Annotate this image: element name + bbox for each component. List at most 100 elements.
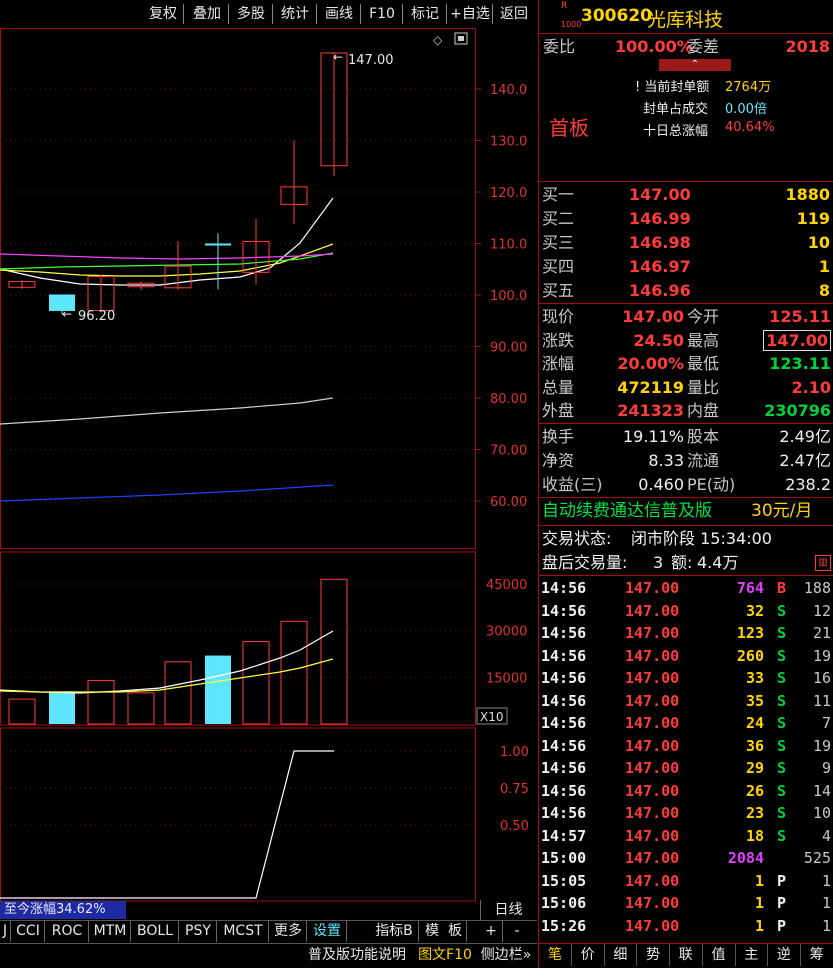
tick-direction: S: [777, 736, 787, 755]
tick-price: 147.00: [625, 849, 680, 867]
right-tab-5[interactable]: 值: [703, 944, 736, 966]
tick-volume: 18: [745, 826, 764, 845]
quote-label: 最高: [687, 330, 720, 350]
tick-volume: 123: [736, 624, 764, 642]
tick-direction: S: [777, 646, 787, 665]
tab-indicator-mcst[interactable]: MCST: [218, 921, 269, 942]
price-tick-label: 110.0: [490, 238, 527, 253]
help-link[interactable]: 普及版功能说明: [300, 945, 414, 965]
tab-indicator-cci[interactable]: CCI: [12, 921, 45, 942]
tick-direction: S: [777, 714, 787, 732]
right-tab-2[interactable]: 细: [604, 944, 638, 966]
tick-count: 21: [812, 624, 831, 642]
quote-label: 涨跌: [542, 330, 575, 350]
toolbar-multistock-button[interactable]: 多股: [230, 4, 273, 24]
fund-label: 流通: [687, 451, 720, 470]
divider: [539, 525, 833, 526]
period-daily-button[interactable]: 日线: [480, 900, 536, 920]
tick-count: 19: [812, 646, 831, 665]
bar-chart-icon[interactable]: ▥: [815, 555, 831, 571]
divider: [539, 181, 833, 182]
tab-settings[interactable]: 设置: [308, 921, 347, 942]
tick-time: 14:56: [541, 624, 587, 642]
quote-value: 2.10: [791, 377, 831, 397]
toolbar-fuquan-button[interactable]: 复权: [143, 4, 184, 24]
toolbar-back-button[interactable]: 返回: [494, 4, 534, 24]
zoom-in-button[interactable]: +: [480, 921, 503, 942]
tick-count: 10: [812, 804, 831, 822]
tick-count: 16: [812, 669, 831, 687]
bid-row[interactable]: 买一 147.00 1880: [539, 183, 833, 206]
right-tab-3[interactable]: 势: [637, 944, 671, 966]
tick-row: 14:56 147.00 24 S 7: [539, 712, 833, 735]
tick-time: 14:56: [541, 714, 587, 732]
right-tab-8[interactable]: 筹: [801, 944, 833, 966]
right-tab-0[interactable]: 笔: [539, 944, 572, 966]
toolbar-overlay-button[interactable]: 叠加: [186, 4, 229, 24]
volume-bar: [8, 698, 36, 725]
tick-count: 188: [803, 579, 831, 597]
tick-time: 14:56: [541, 804, 587, 822]
tick-direction: S: [777, 781, 787, 800]
tick-direction: S: [777, 691, 787, 710]
toolbar-add-favorite-button[interactable]: +自选: [448, 4, 493, 24]
right-tab-6[interactable]: 主: [735, 944, 769, 966]
after-hours-label: 盘后交易量:: [542, 553, 628, 572]
tab-template-a[interactable]: 模: [422, 921, 442, 942]
after-hours-amt-label: 额:: [671, 553, 693, 572]
tab-indicator-b[interactable]: 指标B: [370, 921, 419, 942]
zoom-out-button[interactable]: -: [506, 921, 528, 942]
tick-time: 14:56: [541, 781, 587, 800]
toolbar-mark-button[interactable]: 标记: [404, 4, 447, 24]
tab-template-b[interactable]: 板: [444, 921, 467, 942]
tick-time: 14:56: [541, 669, 587, 687]
after-hours-amt: 4.4万: [697, 553, 739, 572]
volume-tick-label: 15000: [486, 671, 527, 686]
bid-row[interactable]: 买五 146.96 8: [539, 279, 833, 302]
tick-price: 147.00: [625, 691, 680, 710]
tick-time: 14:56: [541, 691, 587, 710]
tab-indicator-j[interactable]: J: [0, 921, 11, 942]
seal-amount-label-text: 当前封单额: [644, 80, 710, 95]
low-arrow-icon: ←: [62, 307, 72, 321]
tick-volume: 35: [745, 691, 764, 710]
tick-price: 147.00: [625, 579, 680, 597]
tab-indicator-psy[interactable]: PSY: [180, 921, 217, 942]
quote-value: 24.50: [633, 330, 684, 350]
tick-time: 14:56: [541, 579, 587, 597]
quote-label: 今开: [687, 307, 720, 326]
divider: [539, 303, 833, 304]
tick-volume: 1: [754, 894, 764, 912]
bid-row[interactable]: 买二 146.99 119: [539, 207, 833, 230]
volume-bar: [127, 692, 155, 725]
high-arrow-icon: ←: [333, 50, 343, 64]
right-tab-7[interactable]: 逆: [768, 944, 801, 966]
candle-body: [205, 243, 231, 246]
toolbar-f10-button[interactable]: F10: [362, 4, 403, 24]
quote-label: 涨幅: [542, 354, 575, 374]
promo-banner[interactable]: 自动续费通达信普及版 30元/月: [539, 499, 833, 523]
tick-volume: 2084: [727, 849, 764, 867]
kline-chart[interactable]: 140.0 130.0 120.0 110.0 100.0 90.00 80.00 70.00…: [0, 28, 537, 918]
right-tab-4[interactable]: 联: [670, 944, 703, 966]
bid-row[interactable]: 买四 146.97 1: [539, 255, 833, 278]
tab-more[interactable]: 更多: [270, 921, 307, 942]
tab-indicator-mtm[interactable]: MTM: [90, 921, 131, 942]
toolbar-stats-button[interactable]: 统计: [274, 4, 317, 24]
bid-row[interactable]: 买三 146.98 10: [539, 231, 833, 254]
f10-graphic-link[interactable]: 图文F10: [416, 945, 474, 965]
high-price-marker: 147.00: [348, 53, 394, 68]
quote-value: 230796: [764, 401, 831, 421]
collapse-chevron-icon[interactable]: ⌃: [659, 59, 731, 71]
volume-axis: 45000 30000 15000: [486, 578, 527, 686]
sidebar-toggle-link[interactable]: 侧边栏»: [476, 945, 536, 965]
tick-count: 7: [821, 714, 831, 732]
diamond-icon[interactable]: ◇: [433, 33, 443, 47]
indicator-axis: 1.00 0.75 0.50: [500, 745, 529, 834]
right-tab-1[interactable]: 价: [572, 944, 605, 966]
volume-bar: [242, 641, 270, 725]
toolbar-draw-button[interactable]: 画线: [318, 4, 361, 24]
after-hours-vol: 3: [653, 553, 664, 572]
tab-indicator-roc[interactable]: ROC: [46, 921, 89, 942]
tab-indicator-boll[interactable]: BOLL: [132, 921, 179, 942]
